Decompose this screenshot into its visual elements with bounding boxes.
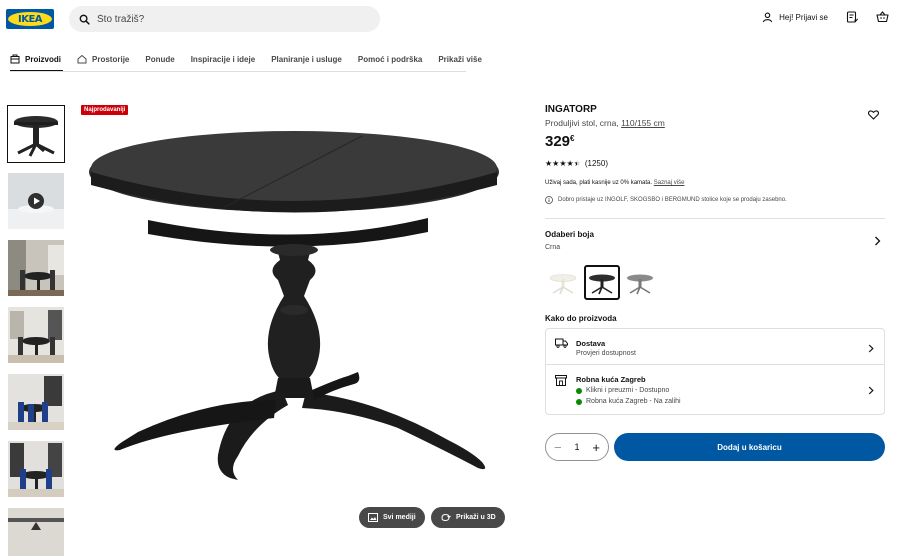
bestseller-badge: Najprodavaniji [81,105,129,115]
thumbnail-strip [7,105,65,556]
in-stock-dot [576,398,582,405]
store-icon [555,375,567,386]
shopping-list-icon[interactable] [846,11,858,23]
login-label: Hej! Prijavi se [779,12,828,22]
search-input[interactable] [97,13,357,25]
login-link[interactable]: Hej! Prijavi se [762,12,828,23]
delivery-truck-icon [555,338,568,348]
color-section-title[interactable]: Odaberi boja [545,230,594,239]
fulfilment-options: Dostava Provjeri dostupnost Robna kuća Z… [545,328,885,415]
dimensions-link[interactable]: 110/155 cm [621,118,665,128]
fulfilment-title: Kako do proizvoda [545,314,617,323]
nav-item-planning[interactable]: Planiranje i usluge [263,47,350,71]
logo-text: IKEA [17,13,43,25]
color-swatch-white[interactable] [545,265,581,300]
store-stock-status: Robna kuća Zagreb - Na zalihi [576,398,681,405]
quantity-value[interactable]: 1 [574,442,579,452]
thumbnail-room-5[interactable] [7,507,65,556]
color-swatch-black[interactable] [584,265,620,300]
divider [545,218,885,219]
thumbnail-room-4[interactable] [7,440,65,498]
nav-item-products[interactable]: Proizvodi [10,47,69,72]
compatibility-info: Dobro pristaje uz INGOLF, SKOGSBO i BERG… [545,196,787,204]
user-icon [762,12,773,22]
main-nav: Proizvodi Prostorije Ponude Inspiracije … [10,47,490,72]
increase-quantity-button[interactable]: + [592,441,600,454]
add-to-cart-button[interactable]: Dodaj u košaricu [614,433,885,461]
nav-item-rooms[interactable]: Prostorije [69,47,137,71]
store-option[interactable]: Robna kuća Zagreb Klikni i preuzmi - Dos… [546,365,884,415]
search-bar[interactable] [69,6,380,32]
product-rating[interactable]: ★★★★★★ (1250) [545,159,608,168]
product-main-image[interactable] [78,100,508,530]
selected-color: Crna [545,244,561,251]
thumbnail-room-1[interactable] [7,239,65,297]
chevron-right-icon [868,386,874,395]
rotate-3d-icon [441,513,451,522]
quantity-stepper: − 1 + [545,433,609,461]
product-price: 329€ [545,133,575,150]
thumbnail-room-2[interactable] [7,306,65,364]
click-collect-status: Klikni i preuzmi - Dostupno [576,387,669,394]
decrease-quantity-button[interactable]: − [554,441,562,454]
delivery-subtitle: Provjeri dostupnost [576,350,636,357]
view-3d-button[interactable]: Prikaži u 3D [431,507,505,528]
thumbnail-product[interactable] [7,105,65,163]
delivery-title: Dostava [576,339,606,348]
gallery-icon [368,513,378,522]
thumbnail-video[interactable] [7,172,65,230]
chevron-right-icon [868,344,874,353]
search-icon [79,14,90,25]
store-title: Robna kuća Zagreb [576,375,646,384]
financing-notice: Uživaj sada, plati kasnije uz 0% kamata.… [545,180,685,186]
thumbnail-room-3[interactable] [7,373,65,431]
nav-item-offers[interactable]: Ponude [137,47,182,71]
header-actions: Hej! Prijavi se [762,11,889,23]
review-count: (1250) [584,159,608,168]
available-dot [576,387,582,394]
favourite-heart-icon[interactable] [868,110,879,120]
all-media-button[interactable]: Svi mediji [359,507,425,528]
product-description: Produljivi stol, crna, 110/155 cm [545,118,665,128]
nav-item-help[interactable]: Pomoć i podrška [350,47,430,71]
delivery-option[interactable]: Dostava Provjeri dostupnost [546,329,884,365]
nav-item-inspiration[interactable]: Inspiracije i ideje [183,47,263,71]
ikea-logo[interactable]: IKEA [6,9,54,29]
color-swatch-grey[interactable] [622,265,658,300]
learn-more-link[interactable]: Saznaj više [654,180,685,186]
chevron-right-icon[interactable] [874,236,881,246]
cart-icon[interactable] [876,11,889,23]
rating-stars: ★★★★★★ [545,159,581,168]
products-icon [10,54,20,64]
info-icon [545,196,553,204]
nav-item-more[interactable]: Prikaži više [430,47,490,71]
product-header: INGATORP Produljivi stol, crna, 110/155 … [545,104,885,128]
house-icon [77,54,87,64]
nav-divider [10,71,466,72]
product-name: INGATORP [545,104,597,115]
